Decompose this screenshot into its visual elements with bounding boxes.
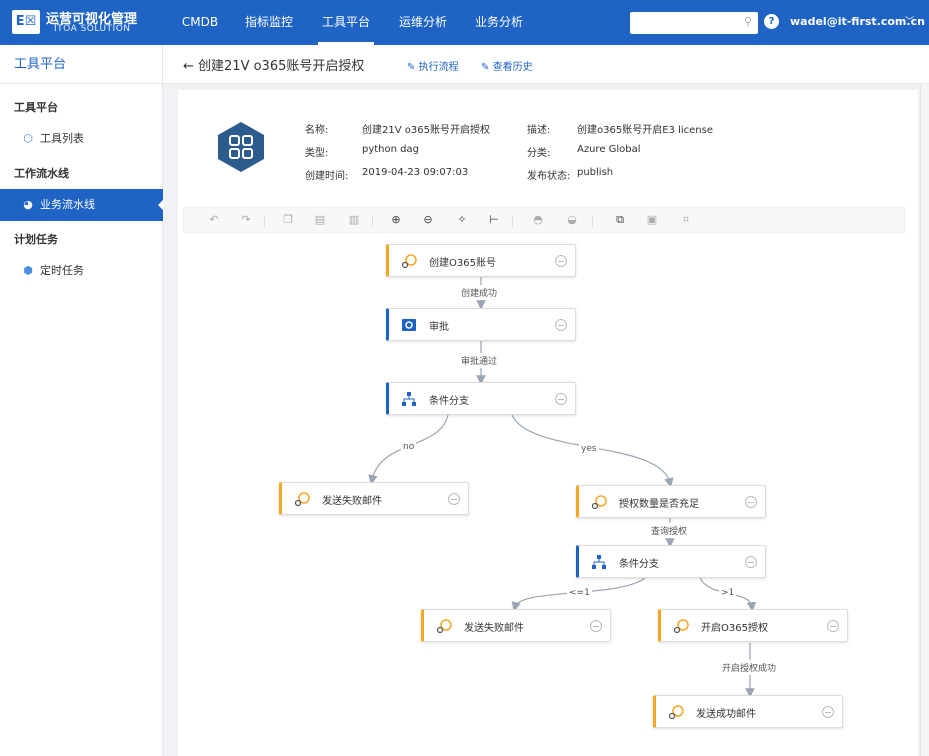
edge-label: 开启授权成功: [720, 660, 779, 675]
node-label: 开启O365授权: [701, 623, 768, 634]
task-icon: [401, 254, 417, 269]
flow-node[interactable]: 审批: [386, 308, 576, 341]
node-label: 发送失败邮件: [322, 496, 382, 507]
edge-label: no: [401, 441, 417, 453]
task-icon: [673, 619, 689, 634]
collapse-icon[interactable]: [822, 706, 834, 718]
task-icon: [668, 705, 684, 720]
node-label: 授权数量是否充足: [619, 499, 699, 510]
flow-node[interactable]: 发送成功邮件: [653, 695, 843, 728]
edge-label: 创建成功: [459, 285, 500, 300]
branch-icon: [592, 555, 606, 569]
branch-icon: [402, 392, 416, 406]
node-label: 审批: [429, 322, 449, 333]
flow-node[interactable]: 授权数量是否充足: [576, 485, 766, 518]
flow-node[interactable]: 发送失败邮件: [421, 609, 611, 642]
flow-node[interactable]: 条件分支: [386, 382, 576, 415]
flow-node[interactable]: 条件分支: [576, 545, 766, 578]
collapse-icon[interactable]: [827, 620, 839, 632]
node-label: 条件分支: [429, 396, 469, 407]
collapse-icon[interactable]: [448, 493, 460, 505]
edge-label: yes: [579, 443, 599, 455]
task-icon: [294, 492, 310, 507]
node-label: 创建O365账号: [429, 258, 496, 269]
flow-node[interactable]: 发送失败邮件: [279, 482, 469, 515]
approval-icon: [402, 319, 416, 331]
collapse-icon[interactable]: [555, 393, 567, 405]
edge-label: 查询授权: [649, 523, 690, 538]
collapse-icon[interactable]: [745, 496, 757, 508]
task-icon: [436, 619, 452, 634]
task-icon: [591, 495, 607, 510]
edge-label: <=1: [567, 587, 592, 599]
collapse-icon[interactable]: [745, 556, 757, 568]
collapse-icon[interactable]: [590, 620, 602, 632]
flow-node[interactable]: 开启O365授权: [658, 609, 848, 642]
flow-edges: [368, 277, 757, 698]
edge-label: 审批通过: [459, 353, 500, 368]
collapse-icon[interactable]: [555, 255, 567, 267]
flow-node[interactable]: 创建O365账号: [386, 244, 576, 277]
edge-label: >1: [719, 587, 737, 599]
node-label: 发送成功邮件: [696, 709, 756, 720]
collapse-icon[interactable]: [555, 319, 567, 331]
node-label: 发送失败邮件: [464, 623, 524, 634]
node-label: 条件分支: [619, 559, 659, 570]
